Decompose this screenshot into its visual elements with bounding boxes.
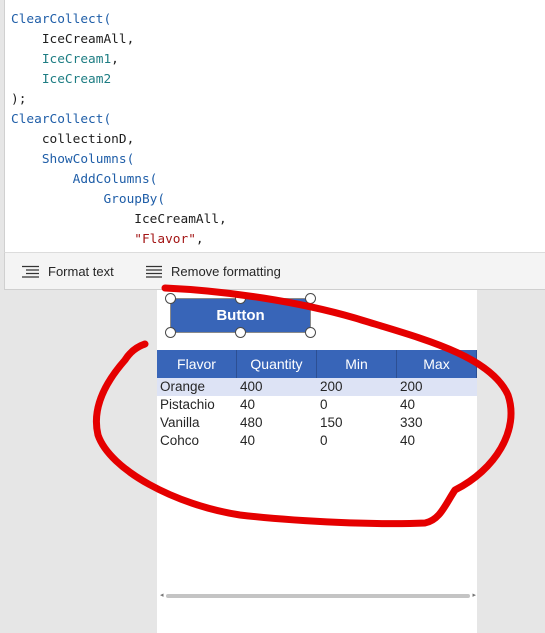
cell-min: 150	[320, 415, 343, 430]
horizontal-scrollbar[interactable]: ◂ ▸	[160, 592, 476, 600]
cell-quantity: 400	[240, 379, 263, 394]
format-text-button[interactable]: Format text	[22, 253, 114, 290]
code-line[interactable]: GroupBy(	[11, 190, 227, 210]
app-canvas: Button Flavor Quantity Min Max Orange 40…	[157, 290, 477, 633]
code-token: ClearCollect(	[11, 12, 112, 27]
column-header-quantity[interactable]: Quantity	[237, 350, 317, 378]
format-text-icon	[22, 265, 39, 278]
cell-min: 0	[320, 433, 328, 448]
resize-handle-bottom-right[interactable]	[305, 327, 316, 338]
code-token: ClearCollect(	[11, 112, 112, 127]
code-token: "Flavor"	[11, 232, 196, 247]
cell-max: 40	[400, 433, 416, 448]
cell-quantity: 40	[240, 397, 256, 412]
cell-quantity: 480	[240, 415, 263, 430]
cell-max: 200	[400, 379, 423, 394]
column-header-min[interactable]: Min	[317, 350, 397, 378]
code-line[interactable]: IceCreamAll,	[11, 210, 227, 230]
code-line[interactable]: IceCream1,	[11, 50, 227, 70]
scroll-right-arrow-icon[interactable]: ▸	[472, 592, 476, 600]
table-row[interactable]: Orange 400 200 200	[157, 378, 477, 396]
table-row[interactable]: Cohco 40 0 40	[157, 432, 477, 450]
code-token: ShowColumns(	[11, 152, 135, 167]
formula-editor[interactable]: ClearCollect( IceCreamAll, IceCream1, Ic…	[4, 0, 545, 252]
cell-min: 0	[320, 397, 328, 412]
code-line[interactable]: ClearCollect(	[11, 10, 227, 30]
code-token: ,	[111, 52, 119, 67]
remove-formatting-label: Remove formatting	[171, 264, 281, 279]
table-row[interactable]: Vanilla 480 150 330	[157, 414, 477, 432]
resize-handle-top-left[interactable]	[165, 293, 176, 304]
formula-code[interactable]: ClearCollect( IceCreamAll, IceCream1, Ic…	[11, 10, 227, 250]
resize-handle-top[interactable]	[235, 293, 246, 304]
cell-quantity: 40	[240, 433, 256, 448]
code-line[interactable]: );	[11, 90, 227, 110]
formula-toolbar: Format text Remove formatting	[4, 252, 545, 290]
code-token: IceCream1	[11, 52, 112, 67]
data-table[interactable]: Flavor Quantity Min Max Orange 400 200 2…	[157, 350, 477, 450]
cell-flavor: Vanilla	[160, 415, 200, 430]
code-line[interactable]: IceCreamAll,	[11, 30, 227, 50]
code-token: collectionD,	[11, 132, 135, 147]
code-token: GroupBy(	[11, 192, 166, 207]
scrollbar-thumb[interactable]	[166, 594, 470, 598]
column-header-flavor[interactable]: Flavor	[157, 350, 237, 378]
resize-handle-bottom[interactable]	[235, 327, 246, 338]
scroll-left-arrow-icon[interactable]: ◂	[160, 592, 164, 600]
code-line[interactable]: ShowColumns(	[11, 150, 227, 170]
column-header-max[interactable]: Max	[397, 350, 477, 378]
cell-flavor: Orange	[160, 379, 206, 394]
remove-formatting-icon	[146, 265, 162, 278]
code-line[interactable]: collectionD,	[11, 130, 227, 150]
code-token: IceCream2	[11, 72, 112, 87]
code-line[interactable]: "Flavor",	[11, 230, 227, 250]
format-text-label: Format text	[48, 264, 114, 279]
cell-max: 40	[400, 397, 416, 412]
cell-min: 200	[320, 379, 343, 394]
code-token: ,	[195, 232, 204, 247]
table-row[interactable]: Pistachio 40 0 40	[157, 396, 477, 414]
table-header: Flavor Quantity Min Max	[157, 350, 477, 378]
cell-flavor: Cohco	[160, 433, 200, 448]
resize-handle-top-right[interactable]	[305, 293, 316, 304]
code-token: IceCreamAll,	[11, 32, 135, 47]
code-line[interactable]: ClearCollect(	[11, 110, 227, 130]
code-token: );	[11, 92, 27, 107]
code-token: AddColumns(	[11, 172, 158, 187]
cell-flavor: Pistachio	[160, 397, 215, 412]
remove-formatting-button[interactable]: Remove formatting	[146, 253, 281, 290]
resize-handle-bottom-left[interactable]	[165, 327, 176, 338]
cell-max: 330	[400, 415, 423, 430]
code-line[interactable]: IceCream2	[11, 70, 227, 90]
code-line[interactable]: AddColumns(	[11, 170, 227, 190]
code-token: IceCreamAll,	[11, 212, 227, 227]
app-button-label: Button	[216, 307, 265, 324]
